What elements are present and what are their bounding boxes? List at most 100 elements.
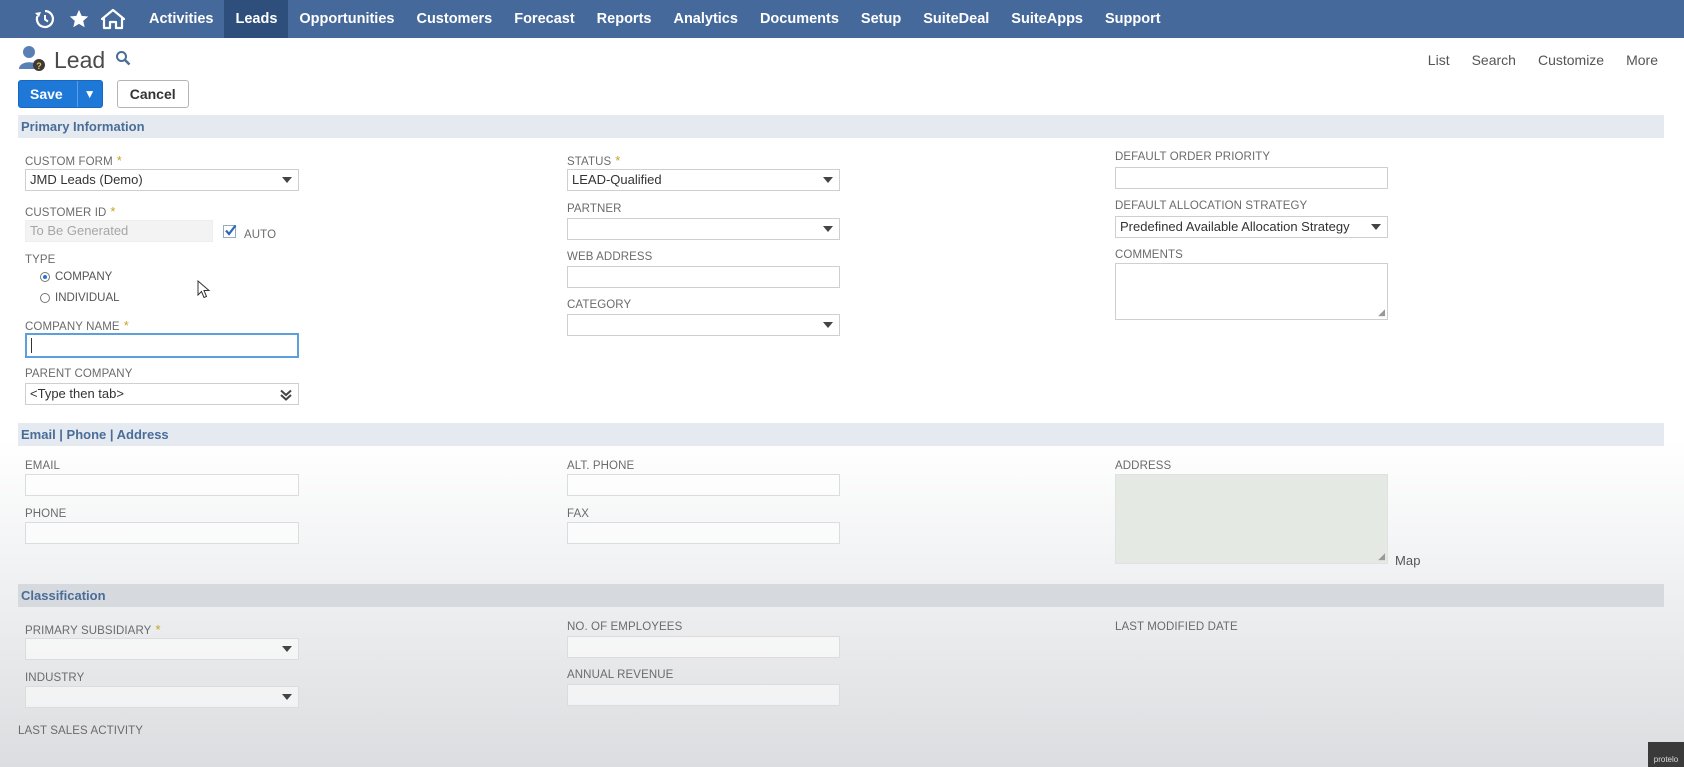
alt-phone-label: ALT. PHONE xyxy=(567,460,635,472)
resize-handle-icon[interactable]: ◢ xyxy=(1378,552,1385,561)
page-title: Lead xyxy=(54,46,106,73)
company-name-input[interactable] xyxy=(25,333,299,358)
annual-revenue-label: ANNUAL REVENUE xyxy=(567,669,674,681)
chevron-down-icon xyxy=(823,226,833,232)
phone-input[interactable] xyxy=(25,522,299,544)
chevron-down-icon xyxy=(823,322,833,328)
email-label: EMAIL xyxy=(25,460,61,472)
primary-information-header[interactable]: Primary Information xyxy=(18,115,1664,138)
nav-item-analytics[interactable]: Analytics xyxy=(662,0,748,38)
type-label: TYPE xyxy=(25,254,56,266)
nav-item-customers[interactable]: Customers xyxy=(405,0,503,38)
partner-select[interactable] xyxy=(567,218,840,240)
phone-label: PHONE xyxy=(25,508,67,520)
category-select[interactable] xyxy=(567,314,840,336)
svg-text:?: ? xyxy=(36,61,42,71)
lead-icon: ? xyxy=(18,44,46,77)
chevron-down-icon xyxy=(823,177,833,183)
fax-input[interactable] xyxy=(567,522,840,544)
fax-label: FAX xyxy=(567,508,590,520)
nav-menu: Activities Leads Opportunities Customers… xyxy=(138,0,1172,38)
save-button[interactable]: Save xyxy=(19,81,77,107)
auto-label: AUTO xyxy=(244,229,277,241)
watermark-logo: protelo xyxy=(1648,742,1684,767)
type-individual-option[interactable]: INDIVIDUAL xyxy=(40,292,120,304)
page-links: List Search Customize More xyxy=(1428,52,1658,68)
no-of-employees-input[interactable] xyxy=(567,636,840,658)
no-of-employees-label: NO. OF EMPLOYEES xyxy=(567,621,683,633)
custom-form-select[interactable]: JMD Leads (Demo) xyxy=(25,169,299,191)
search-icon[interactable] xyxy=(115,50,131,71)
checkmark-icon xyxy=(225,224,237,236)
customize-link[interactable]: Customize xyxy=(1538,52,1604,68)
nav-item-suitedeal[interactable]: SuiteDeal xyxy=(912,0,1000,38)
chevron-down-icon xyxy=(282,694,292,700)
company-radio[interactable] xyxy=(40,272,50,282)
map-link[interactable]: Map xyxy=(1395,553,1421,568)
web-address-label: WEB ADDRESS xyxy=(567,251,653,263)
status-select[interactable]: LEAD-Qualified xyxy=(567,169,840,191)
category-label: CATEGORY xyxy=(567,299,632,311)
resize-handle-icon[interactable]: ◢ xyxy=(1378,308,1385,317)
nav-item-documents[interactable]: Documents xyxy=(749,0,850,38)
web-address-input[interactable] xyxy=(567,266,840,288)
customer-id-label: CUSTOMER ID * xyxy=(25,204,116,219)
annual-revenue-input[interactable] xyxy=(567,684,840,706)
page-header: ? Lead xyxy=(18,44,131,76)
list-link[interactable]: List xyxy=(1428,52,1450,68)
custom-form-label: CUSTOM FORM * xyxy=(25,153,122,168)
customer-id-input: To Be Generated xyxy=(25,220,213,242)
default-order-priority-label: DEFAULT ORDER PRIORITY xyxy=(1115,151,1271,163)
partner-label: PARTNER xyxy=(567,203,622,215)
parent-company-input[interactable]: <Type then tab> xyxy=(25,383,299,405)
nav-item-forecast[interactable]: Forecast xyxy=(503,0,585,38)
industry-label: INDUSTRY xyxy=(25,672,85,684)
classification-header[interactable]: Classification xyxy=(18,584,1664,607)
nav-item-opportunities[interactable]: Opportunities xyxy=(288,0,405,38)
double-chevron-down-icon[interactable] xyxy=(280,389,292,401)
industry-select[interactable] xyxy=(25,686,299,708)
mouse-cursor-icon xyxy=(197,280,211,299)
primary-subsidiary-label: PRIMARY SUBSIDIARY * xyxy=(25,622,161,637)
type-company-option[interactable]: COMPANY xyxy=(40,271,112,283)
email-phone-address-header[interactable]: Email | Phone | Address xyxy=(18,423,1664,446)
nav-item-activities[interactable]: Activities xyxy=(138,0,224,38)
nav-item-suiteapps[interactable]: SuiteApps xyxy=(1000,0,1094,38)
cancel-button[interactable]: Cancel xyxy=(116,80,189,108)
default-allocation-strategy-select[interactable]: Predefined Available Allocation Strategy xyxy=(1115,216,1388,238)
last-sales-activity-label: LAST SALES ACTIVITY xyxy=(18,725,144,737)
home-icon[interactable] xyxy=(96,0,130,38)
action-bar: Save ▼ Cancel xyxy=(18,80,189,108)
parent-company-label: PARENT COMPANY xyxy=(25,368,133,380)
caret-down-icon: ▼ xyxy=(83,87,96,101)
auto-checkbox[interactable] xyxy=(223,224,237,238)
primary-subsidiary-select[interactable] xyxy=(25,638,299,660)
comments-label: COMMENTS xyxy=(1115,249,1183,261)
status-label: STATUS * xyxy=(567,153,621,168)
nav-item-leads[interactable]: Leads xyxy=(224,0,289,38)
chevron-down-icon xyxy=(282,646,292,652)
more-link[interactable]: More xyxy=(1626,52,1658,68)
save-button-group: Save ▼ xyxy=(18,80,103,108)
nav-item-setup[interactable]: Setup xyxy=(850,0,912,38)
nav-item-reports[interactable]: Reports xyxy=(586,0,663,38)
individual-radio[interactable] xyxy=(40,293,50,303)
default-order-priority-input[interactable] xyxy=(1115,167,1388,189)
default-allocation-strategy-label: DEFAULT ALLOCATION STRATEGY xyxy=(1115,200,1308,212)
comments-textarea[interactable]: ◢ xyxy=(1115,263,1388,320)
address-textarea[interactable]: ◢ xyxy=(1115,474,1388,564)
chevron-down-icon xyxy=(282,177,292,183)
recent-records-icon[interactable] xyxy=(28,0,62,38)
save-options-dropdown[interactable]: ▼ xyxy=(76,81,102,107)
last-modified-date-label: LAST MODIFIED DATE xyxy=(1115,621,1238,633)
star-icon[interactable] xyxy=(62,0,96,38)
global-nav-bar: Activities Leads Opportunities Customers… xyxy=(0,0,1684,38)
chevron-down-icon xyxy=(1371,224,1381,230)
search-link[interactable]: Search xyxy=(1472,52,1516,68)
nav-item-support[interactable]: Support xyxy=(1094,0,1172,38)
address-label: ADDRESS xyxy=(1115,460,1172,472)
company-name-label: COMPANY NAME * xyxy=(25,318,129,333)
alt-phone-input[interactable] xyxy=(567,474,840,496)
text-cursor xyxy=(31,338,32,354)
email-input[interactable] xyxy=(25,474,299,496)
